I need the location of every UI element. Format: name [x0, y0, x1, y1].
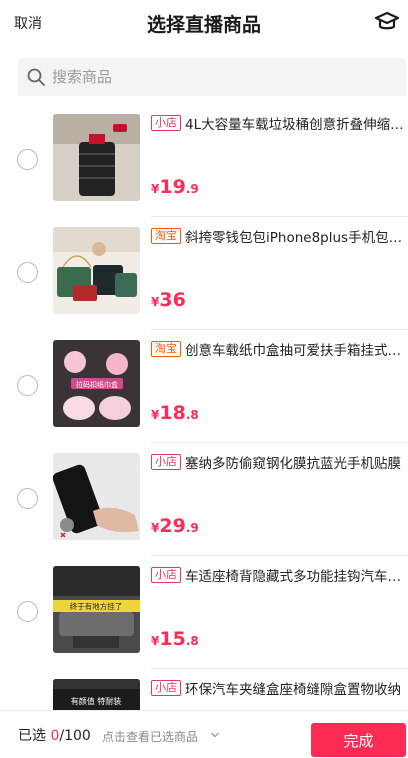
taobao-badge: 淘宝 [151, 341, 181, 357]
product-list[interactable]: 小店 4L大容量车载垃圾桶创意折叠伸缩收纳桶 ¥19.9 淘宝 [0, 104, 408, 710]
thumbnail-caption: 终于有地方挂了 [70, 601, 123, 611]
select-radio[interactable] [17, 601, 38, 622]
product-info: 小店 环保汽车夹缝盒座椅缝隙盒置物收纳 [151, 677, 405, 710]
product-name: 车适座椅背隐藏式多功能挂钩汽车用品 [185, 569, 405, 585]
chevron-down-icon[interactable] [210, 730, 220, 740]
shop-badge: 小店 [151, 680, 181, 696]
page-title: 选择直播商品 [146, 14, 261, 36]
product-info: 淘宝 斜挎零钱包包iPhone8plus手机包女士 ¥36 [151, 225, 405, 320]
search-bar[interactable] [18, 58, 406, 96]
product-thumbnail [53, 453, 140, 540]
product-thumbnail: 拉码扣纸巾盒 [53, 340, 140, 427]
taobao-badge: 淘宝 [151, 228, 181, 244]
bottom-bar: 已选 0/100 点击查看已选商品 完成 [0, 710, 408, 758]
product-info: 淘宝 创意车载纸巾盒抽可爱扶手箱挂式卡通 ¥18.8 [151, 338, 405, 433]
select-radio[interactable] [17, 149, 38, 170]
selected-count: 已选 0/100 [18, 728, 91, 744]
product-price: ¥29.9 [151, 515, 199, 537]
product-price: ¥19.9 [151, 176, 199, 198]
product-info: 小店 4L大容量车载垃圾桶创意折叠伸缩收纳桶 ¥19.9 [151, 112, 405, 207]
shop-badge: 小店 [151, 115, 181, 131]
graduation-cap-icon[interactable] [374, 9, 400, 35]
product-item[interactable]: 淘宝 斜挎零钱包包iPhone8plus手机包女士 ¥36 [0, 217, 408, 330]
thumbnail-caption: 拉码扣纸巾盒 [76, 380, 118, 389]
select-radio[interactable] [17, 488, 38, 509]
search-input[interactable] [52, 58, 392, 96]
product-item[interactable]: 小店 4L大容量车载垃圾桶创意折叠伸缩收纳桶 ¥19.9 [0, 104, 408, 217]
view-selected-link[interactable]: 点击查看已选商品 [102, 728, 198, 745]
product-price: ¥36 [151, 289, 186, 311]
product-name: 4L大容量车载垃圾桶创意折叠伸缩收纳桶 [185, 117, 405, 133]
product-info: 小店 车适座椅背隐藏式多功能挂钩汽车用品 ¥15.8 [151, 564, 405, 659]
select-radio[interactable] [17, 262, 38, 283]
product-thumbnail: 有颜值 特耐装 [53, 679, 140, 710]
product-thumbnail [53, 114, 140, 201]
product-thumbnail [53, 227, 140, 314]
product-name: 塞纳多防偷窥钢化膜抗蓝光手机贴膜 [185, 456, 401, 472]
top-bar: 取消 选择直播商品 [0, 0, 408, 46]
thumbnail-caption: 有颜值 特耐装 [71, 696, 122, 706]
product-name: 创意车载纸巾盒抽可爱扶手箱挂式卡通 [185, 343, 405, 359]
product-name: 环保汽车夹缝盒座椅缝隙盒置物收纳 [185, 682, 401, 698]
product-name: 斜挎零钱包包iPhone8plus手机包女士 [185, 230, 405, 246]
product-info: 小店 塞纳多防偷窥钢化膜抗蓝光手机贴膜 ¥29.9 [151, 451, 405, 546]
product-item[interactable]: 小店 塞纳多防偷窥钢化膜抗蓝光手机贴膜 ¥29.9 [0, 443, 408, 556]
select-radio[interactable] [17, 375, 38, 396]
product-thumbnail: 终于有地方挂了 [53, 566, 140, 653]
product-item[interactable]: 终于有地方挂了 小店 车适座椅背隐藏式多功能挂钩汽车用品 ¥15.8 [0, 556, 408, 669]
product-price: ¥15.8 [151, 628, 199, 650]
product-item[interactable]: 拉码扣纸巾盒 淘宝 创意车载纸巾盒抽可爱扶手箱挂式卡通 ¥18.8 [0, 330, 408, 443]
done-button[interactable]: 完成 [311, 723, 406, 757]
product-price: ¥18.8 [151, 402, 199, 424]
search-icon [27, 68, 45, 86]
product-item[interactable]: 有颜值 特耐装 小店 环保汽车夹缝盒座椅缝隙盒置物收纳 [0, 669, 408, 710]
shop-badge: 小店 [151, 454, 181, 470]
shop-badge: 小店 [151, 567, 181, 583]
